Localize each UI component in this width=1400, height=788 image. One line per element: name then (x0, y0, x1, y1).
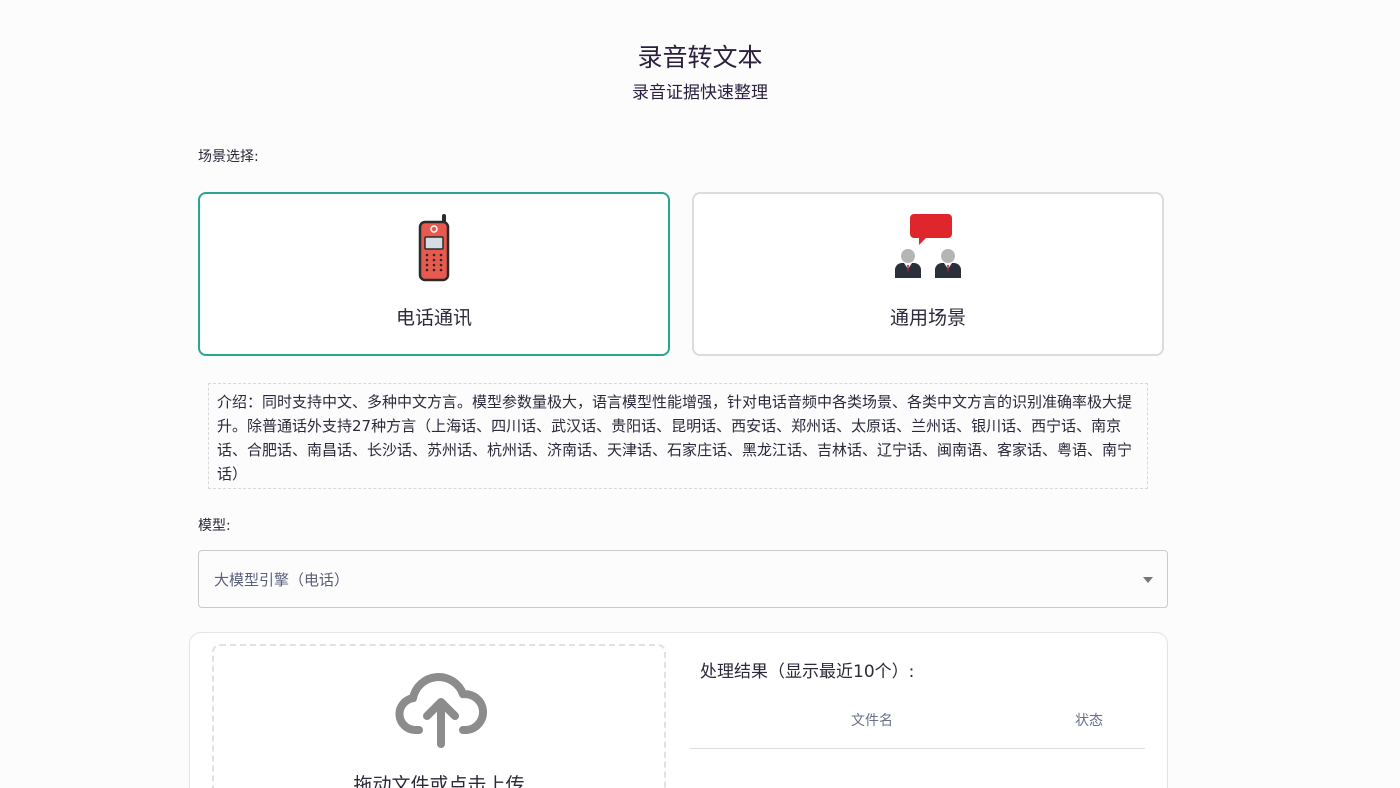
intro-text: 介绍：同时支持中文、多种中文方言。模型参数量极大，语言模型性能增强，针对电话音频… (208, 383, 1148, 489)
scene-card-label: 电话通讯 (395, 307, 472, 329)
upload-instruction: 拖动文件或点击上传 (353, 774, 525, 788)
mobile-phone-icon (414, 212, 454, 288)
model-select-value: 大模型引擎（电话） (214, 571, 350, 589)
scene-label: 场景选择: (198, 149, 259, 165)
scene-card-general[interactable]: 通用场景 (692, 192, 1164, 356)
page: 录音转文本 录音证据快速整理 场景选择: 电话通讯 通用场景 介绍：同时支持中文… (0, 0, 1400, 788)
conversation-people-icon (892, 212, 964, 284)
page-subtitle: 录音证据快速整理 (632, 83, 768, 103)
scene-card-label: 通用场景 (889, 307, 966, 329)
model-label: 模型: (198, 518, 231, 534)
column-header-status: 状态 (1075, 713, 1103, 729)
column-header-filename: 文件名 (851, 713, 893, 729)
results-title: 处理结果（显示最近10个）: (700, 662, 915, 682)
model-select[interactable]: 大模型引擎（电话） (198, 550, 1168, 608)
upload-dropzone[interactable]: 拖动文件或点击上传 (212, 644, 666, 788)
chevron-down-icon (1143, 577, 1153, 583)
table-divider (690, 748, 1145, 749)
scene-card-phone[interactable]: 电话通讯 (198, 192, 670, 356)
cloud-upload-icon (395, 668, 487, 752)
page-title: 录音转文本 (637, 43, 763, 72)
